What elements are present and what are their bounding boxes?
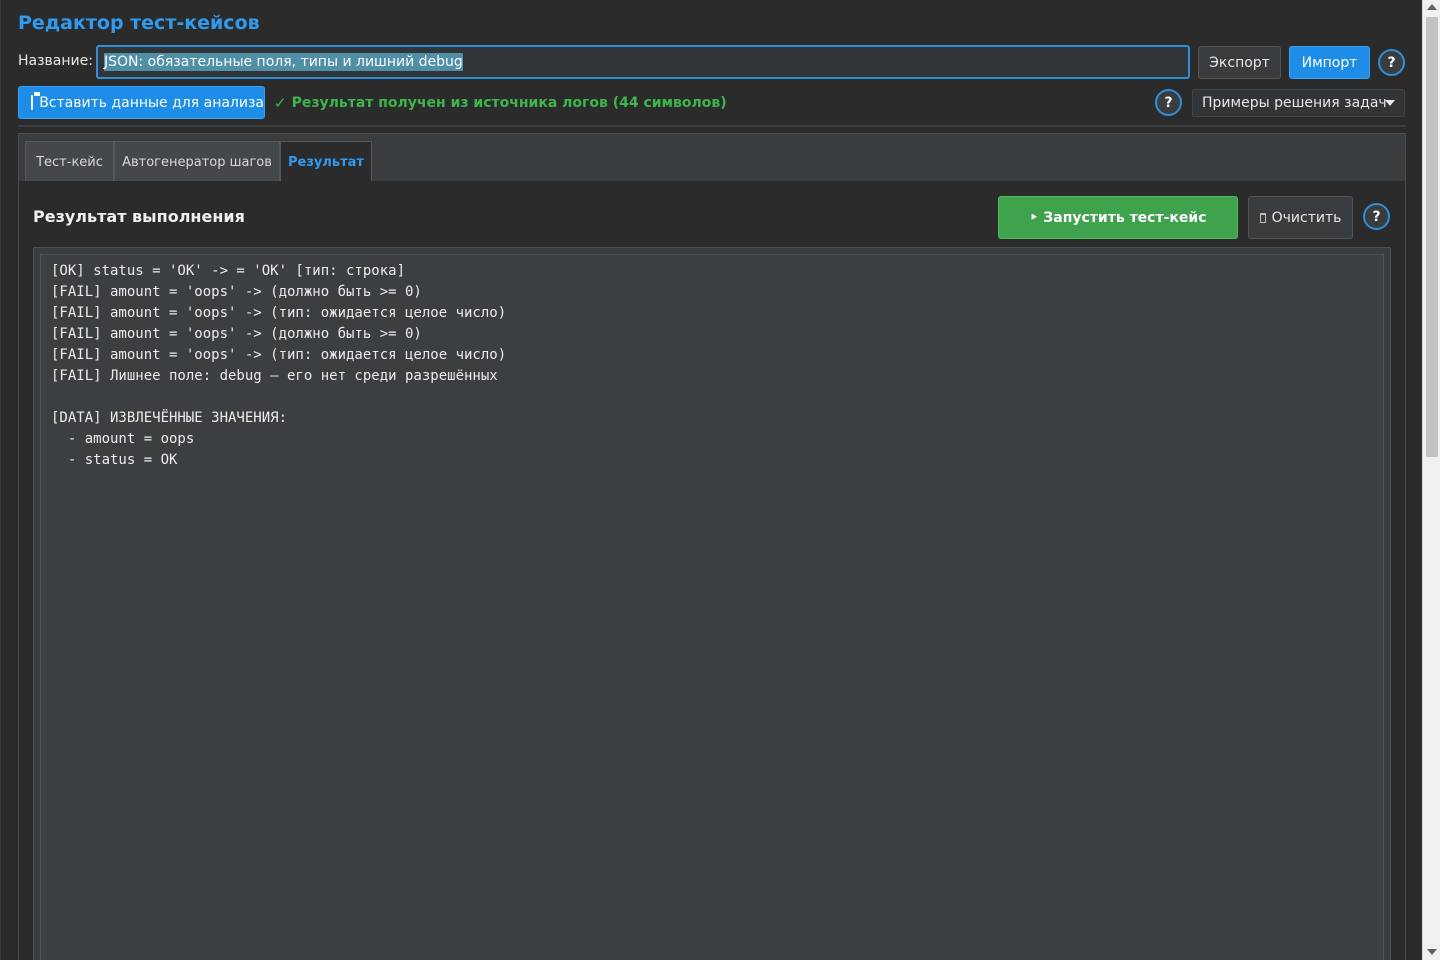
scroll-down-icon[interactable] — [1427, 949, 1437, 955]
help-icon[interactable]: ? — [1378, 49, 1405, 76]
name-input-value: JSON: обязательные поля, типы и лишний d… — [104, 53, 463, 71]
output-line: [FAIL] amount = 'oops' -> (тип: ожидаетс… — [51, 305, 507, 321]
run-test-case-button[interactable]: ‣ Запустить тест-кейс — [998, 196, 1238, 239]
paste-data-button[interactable]: Вставить данные для анализа — [18, 86, 265, 119]
paste-data-label: Вставить данные для анализа — [39, 94, 264, 111]
tab-test-case[interactable]: Тест-кейс — [25, 141, 114, 183]
status-message: ✓ Результат получен из источника логов (… — [274, 94, 727, 112]
status-text: Результат получен из источника логов (44… — [291, 95, 727, 111]
tab-bar: Тест-кейс Автогенератор шагов Результат — [18, 133, 1406, 183]
clear-button[interactable]: Очистить — [1248, 196, 1353, 239]
examples-dropdown[interactable]: Примеры решения задач — [1192, 89, 1405, 117]
scroll-thumb[interactable] — [1426, 17, 1438, 457]
scroll-up-icon[interactable] — [1427, 4, 1437, 10]
examples-selected: Примеры решения задач — [1202, 95, 1387, 111]
output-line: [OK] status = 'OK' -> = 'OK' [тип: строк… — [51, 263, 406, 279]
chevron-down-icon — [1385, 100, 1395, 106]
name-label: Название: — [18, 53, 93, 69]
clear-label: Очистить — [1271, 209, 1342, 226]
export-button[interactable]: Экспорт — [1198, 46, 1281, 79]
output-line: [FAIL] Лишнее поле: debug — его нет сред… — [51, 368, 498, 384]
output-line: - amount = oops — [51, 431, 195, 447]
output-line: [FAIL] amount = 'oops' -> (тип: ожидаетс… — [51, 347, 507, 363]
app-title: Редактор тест-кейсов — [18, 12, 260, 34]
output-textarea[interactable]: [OK] status = 'OK' -> = 'OK' [тип: строк… — [40, 254, 1384, 960]
trash-icon — [1259, 212, 1266, 223]
output-line: [FAIL] amount = 'oops' -> (должно быть >… — [51, 284, 422, 300]
help-icon[interactable]: ? — [1363, 203, 1390, 230]
help-icon[interactable]: ? — [1155, 89, 1182, 116]
output-line: [FAIL] amount = 'oops' -> (должно быть >… — [51, 326, 422, 342]
app-window: Редактор тест-кейсов Название: JSON: обя… — [0, 0, 1422, 960]
divider — [18, 125, 1406, 127]
scrollbar[interactable] — [1422, 0, 1440, 960]
import-button[interactable]: Импорт — [1289, 46, 1370, 79]
test-case-name-input[interactable]: JSON: обязательные поля, типы и лишний d… — [96, 45, 1190, 79]
tab-step-generator[interactable]: Автогенератор шагов — [114, 141, 280, 183]
output-line: [DATA] ИЗВЛЕЧЁННЫЕ ЗНАЧЕНИЯ: — [51, 410, 288, 426]
clipboard-icon — [31, 92, 41, 110]
check-icon: ✓ — [274, 94, 287, 112]
tab-result[interactable]: Результат — [280, 141, 372, 183]
output-line: - status = OK — [51, 452, 178, 468]
section-title: Результат выполнения — [33, 207, 245, 226]
